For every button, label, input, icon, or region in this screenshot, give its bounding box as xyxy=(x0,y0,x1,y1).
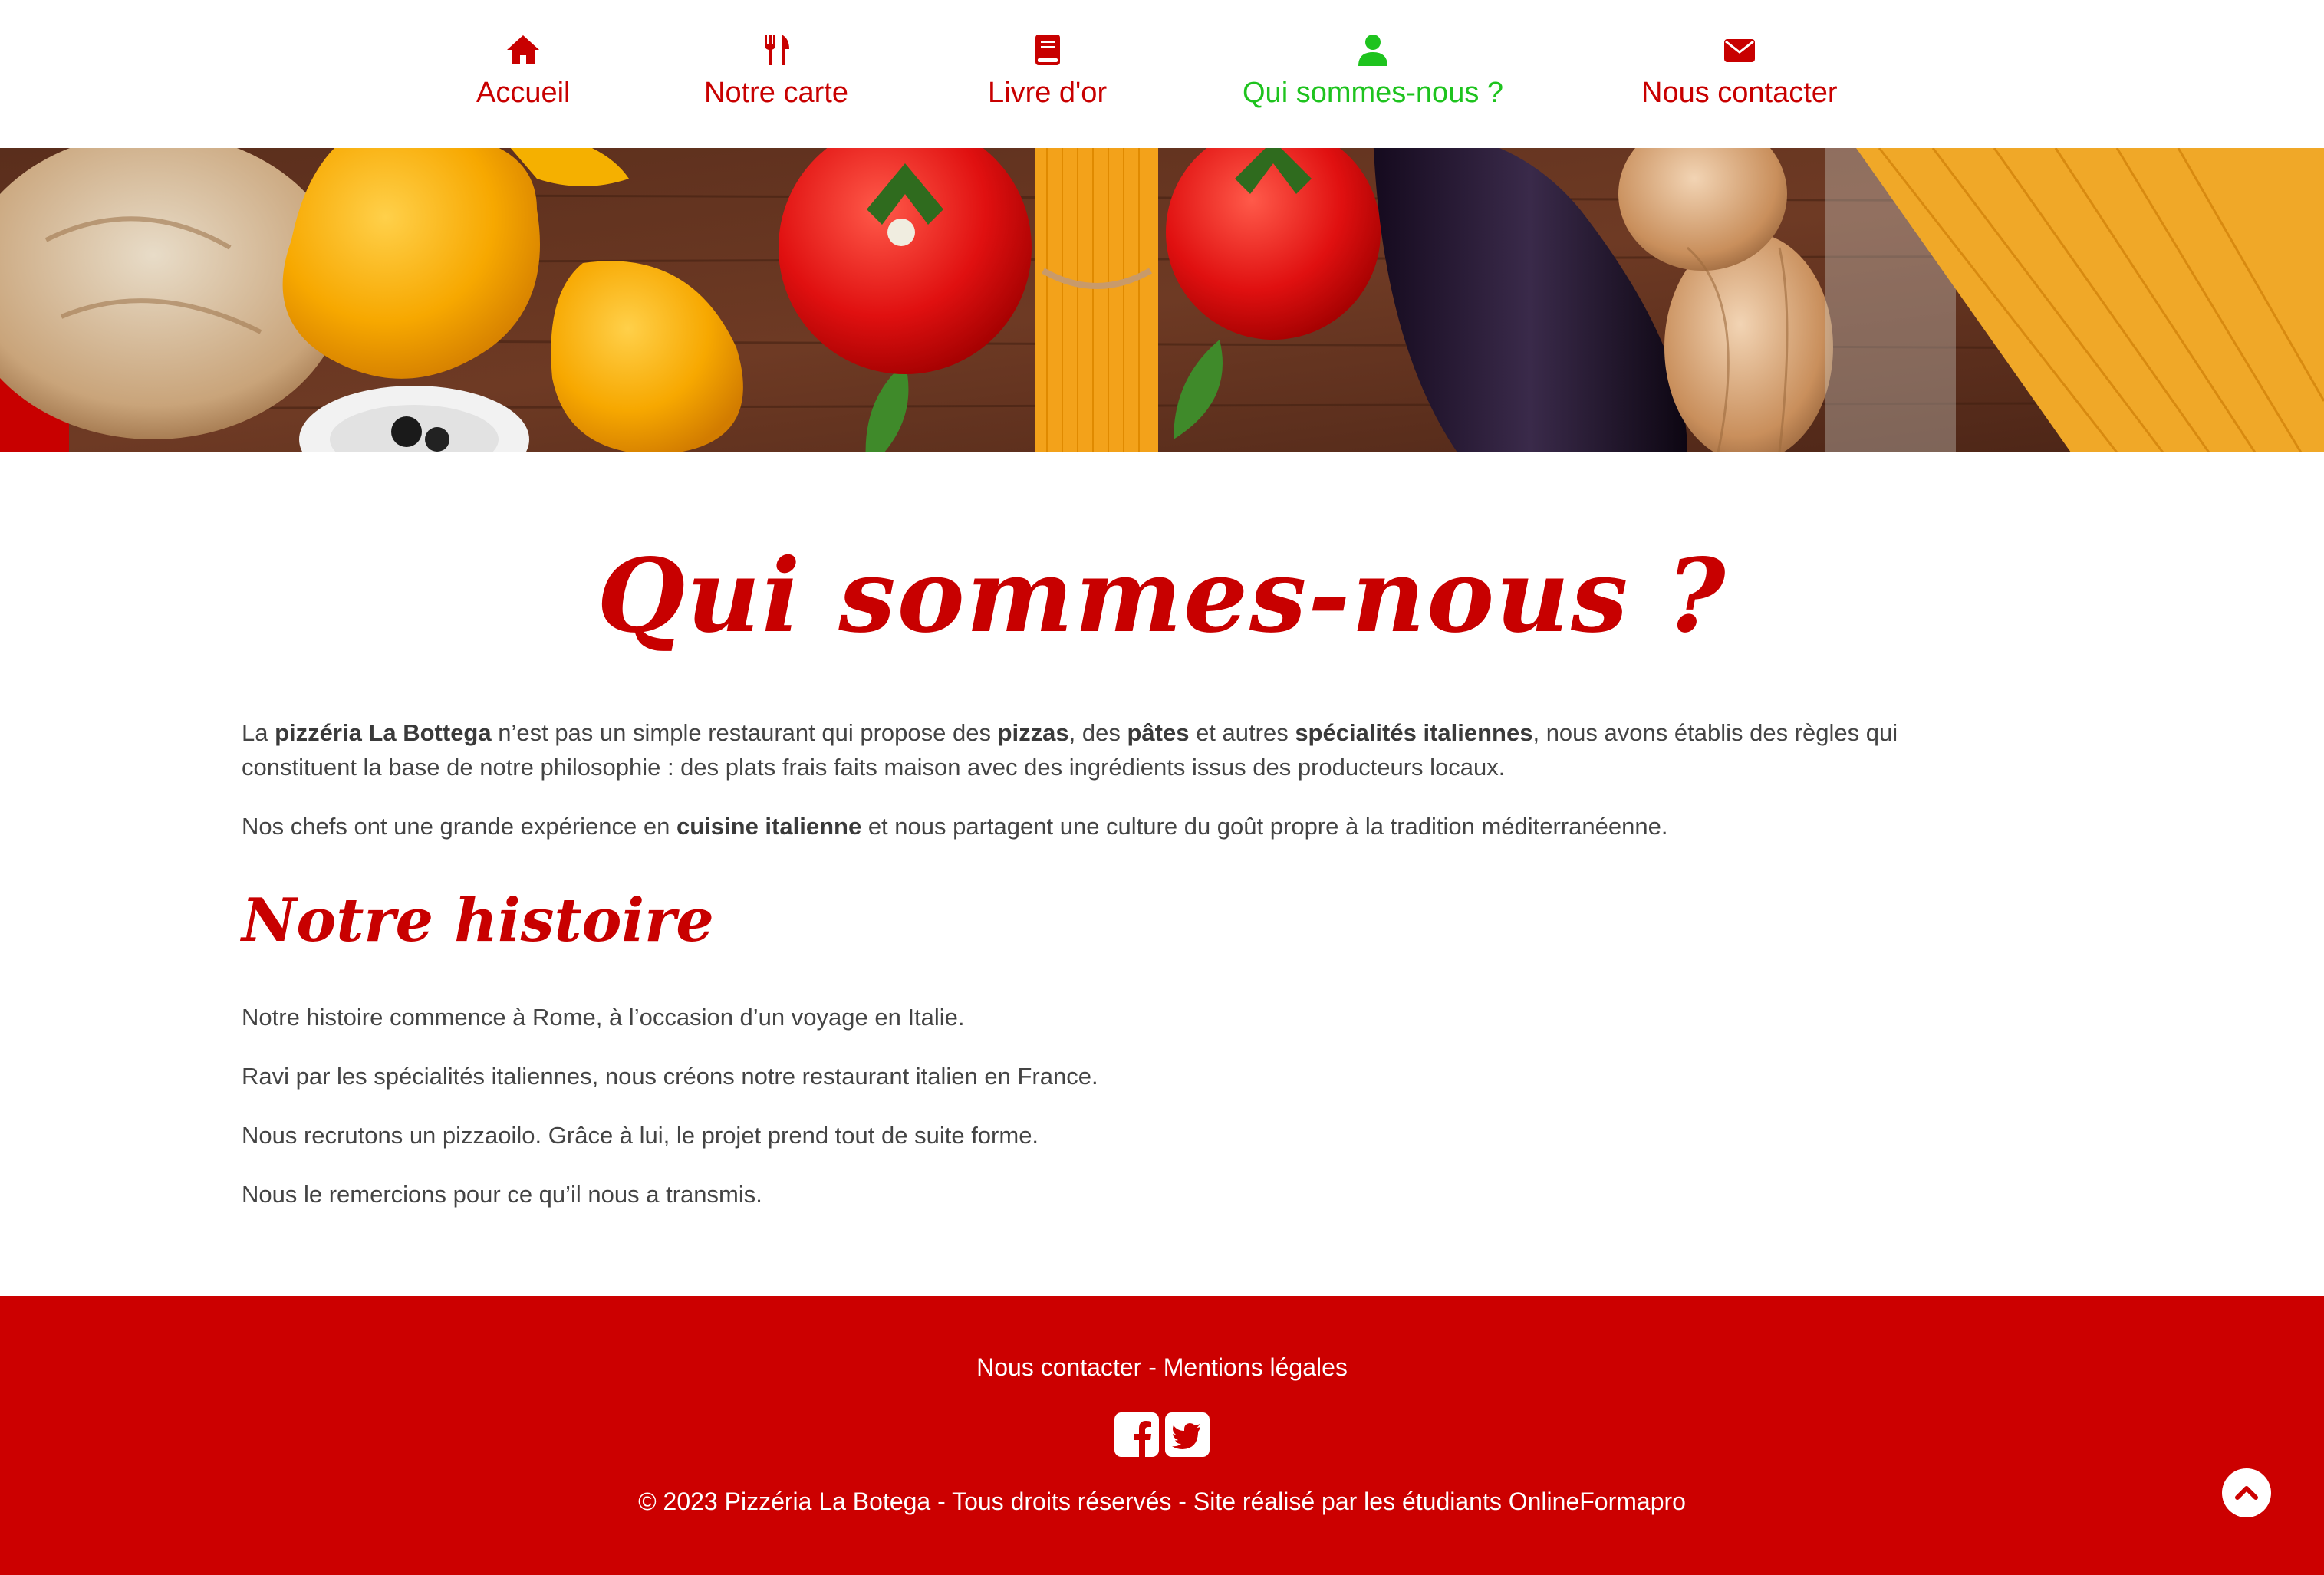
nav-item-label: Accueil xyxy=(476,77,571,109)
nav-item-notre-carte[interactable]: Notre carte xyxy=(704,32,848,110)
home-icon xyxy=(507,35,540,64)
intro-paragraph-1: La pizzéria La Bottega n’est pas un simp… xyxy=(242,719,1898,781)
footer-link-separator: - xyxy=(1141,1353,1164,1381)
history-paragraph: Notre histoire commence à Rome, à l’occa… xyxy=(242,1004,965,1031)
twitter-icon[interactable] xyxy=(1165,1412,1210,1457)
envelope-icon xyxy=(1723,39,1755,62)
nav-item-label: Nous contacter xyxy=(1641,77,1838,109)
page-title: Qui sommes-nous ? xyxy=(597,537,1727,656)
book-icon xyxy=(1035,35,1060,65)
nav-item-qui-sommes-nous[interactable]: Qui sommes-nous ? xyxy=(1243,32,1503,110)
social-links xyxy=(0,1412,2324,1457)
intro-paragraph-2: Nos chefs ont une grande expérience en c… xyxy=(242,813,1668,840)
utensils-icon xyxy=(764,35,789,65)
hero-banner xyxy=(0,148,2324,452)
nav-item-livre-dor[interactable]: Livre d'or xyxy=(988,32,1107,110)
chevron-up-icon xyxy=(2235,1486,2258,1500)
footer-links: Nous contacter - Mentions légales xyxy=(0,1353,2324,1382)
history-paragraph: Nous le remercions pour ce qu’il nous a … xyxy=(242,1181,762,1208)
hero-food-image xyxy=(0,148,2324,452)
nav-item-nous-contacter[interactable]: Nous contacter xyxy=(1641,32,1838,110)
nav-item-accueil[interactable]: Accueil xyxy=(476,32,571,110)
copyright-text: © 2023 Pizzéria La Botega - Tous droits … xyxy=(638,1488,1686,1515)
section-title-notre-histoire: Notre histoire xyxy=(242,886,714,955)
nav-item-label: Notre carte xyxy=(704,77,848,109)
footer-contact-link[interactable]: Nous contacter xyxy=(976,1353,1141,1381)
back-to-top-button[interactable] xyxy=(2222,1468,2271,1517)
nav-item-label: Qui sommes-nous ? xyxy=(1243,77,1504,109)
main-navigation: Accueil Notre carte Livre d'or Qui somme… xyxy=(0,0,2324,148)
nav-item-label: Livre d'or xyxy=(988,77,1108,109)
user-icon xyxy=(1358,35,1387,66)
footer-legal-link[interactable]: Mentions légales xyxy=(1164,1353,1348,1381)
site-footer: Nous contacter - Mentions légales © 2023… xyxy=(0,1296,2324,1575)
facebook-icon[interactable] xyxy=(1114,1412,1159,1457)
history-paragraph: Nous recrutons un pizzaoilo. Grâce à lui… xyxy=(242,1122,1039,1149)
history-paragraph: Ravi par les spécialités italiennes, nou… xyxy=(242,1063,1098,1090)
